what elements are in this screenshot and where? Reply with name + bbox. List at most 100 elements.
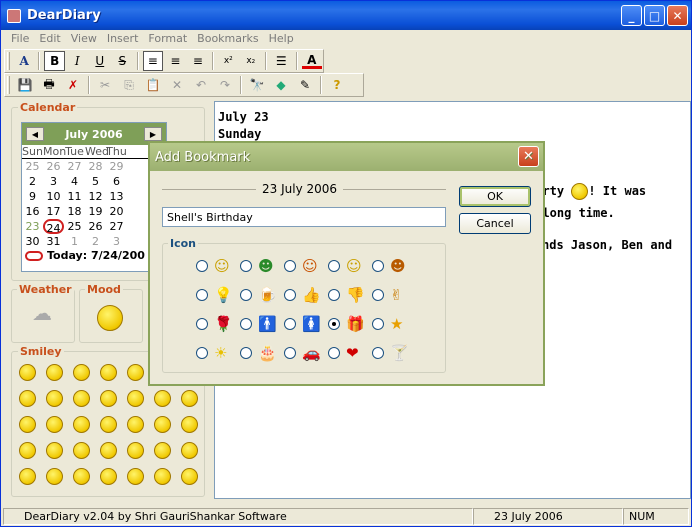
- delete-entry-icon[interactable]: ✗: [62, 75, 84, 95]
- close-button[interactable]: ✕: [667, 5, 688, 26]
- print-icon[interactable]: 🖶: [38, 75, 60, 95]
- find-icon[interactable]: 🔭: [246, 75, 268, 95]
- icon-option[interactable]: 🚹: [240, 313, 282, 335]
- calendar-day[interactable]: 30: [22, 234, 43, 249]
- icon-option[interactable]: ☺: [328, 255, 370, 277]
- icon-option[interactable]: 🍸: [372, 342, 414, 364]
- smiley-icon[interactable]: [100, 416, 117, 433]
- icon-radio[interactable]: [284, 260, 296, 272]
- calendar-day[interactable]: 27: [106, 219, 127, 234]
- icon-radio[interactable]: [240, 318, 252, 330]
- smiley-icon[interactable]: [127, 364, 144, 381]
- smiley-icon[interactable]: [73, 442, 90, 459]
- help-icon[interactable]: ?: [326, 75, 348, 95]
- icon-option[interactable]: 💡: [196, 284, 238, 306]
- smiley-icon[interactable]: [100, 468, 117, 485]
- ok-button[interactable]: OK: [459, 186, 531, 207]
- icon-option[interactable]: 🌹: [196, 313, 238, 335]
- smiley-icon[interactable]: [127, 390, 144, 407]
- calendar-day[interactable]: 19: [85, 204, 106, 219]
- calendar-day[interactable]: 31: [43, 234, 64, 249]
- minimize-button[interactable]: _: [621, 5, 642, 26]
- smiley-icon[interactable]: [19, 416, 36, 433]
- icon-radio[interactable]: [328, 347, 340, 359]
- toolbar-grip[interactable]: [7, 76, 10, 94]
- menu-insert[interactable]: Insert: [102, 32, 144, 45]
- calendar-day[interactable]: 25: [64, 219, 85, 234]
- icon-radio[interactable]: [372, 318, 384, 330]
- icon-radio[interactable]: [328, 318, 340, 330]
- align-center-icon[interactable]: ≡: [165, 51, 185, 71]
- calendar-day[interactable]: 16: [22, 204, 43, 219]
- smiley-icon[interactable]: [154, 416, 171, 433]
- smiley-icon[interactable]: [73, 390, 90, 407]
- smiley-icon[interactable]: [181, 442, 198, 459]
- calendar-day[interactable]: 2: [22, 174, 43, 189]
- icon-radio[interactable]: [284, 289, 296, 301]
- smiley-icon[interactable]: [19, 468, 36, 485]
- icon-radio[interactable]: [196, 260, 208, 272]
- calendar-day[interactable]: 27: [64, 159, 85, 174]
- menu-file[interactable]: File: [6, 32, 34, 45]
- icon-radio[interactable]: [196, 289, 208, 301]
- calendar-day[interactable]: 26: [43, 159, 64, 174]
- calendar-day[interactable]: 17: [43, 204, 64, 219]
- menu-view[interactable]: View: [66, 32, 102, 45]
- toolbar-grip[interactable]: [7, 52, 10, 70]
- smiley-icon[interactable]: [154, 390, 171, 407]
- smiley-icon[interactable]: [46, 442, 63, 459]
- mood-smile-icon[interactable]: [97, 305, 123, 331]
- calendar-day[interactable]: 26: [85, 219, 106, 234]
- italic-icon[interactable]: I: [67, 51, 87, 71]
- smiley-icon[interactable]: [100, 390, 117, 407]
- calendar-day[interactable]: 23: [22, 219, 43, 234]
- dialog-close-button[interactable]: ✕: [518, 146, 539, 167]
- align-right-icon[interactable]: ≡: [188, 51, 208, 71]
- calendar-day[interactable]: 20: [106, 204, 127, 219]
- copy-icon[interactable]: ⎘: [118, 75, 140, 95]
- bookmark-name-input[interactable]: [162, 207, 446, 227]
- calendar-day[interactable]: 28: [85, 159, 106, 174]
- icon-radio[interactable]: [372, 289, 384, 301]
- smiley-icon[interactable]: [154, 468, 171, 485]
- icon-option[interactable]: ☻: [372, 255, 414, 277]
- icon-radio[interactable]: [372, 347, 384, 359]
- bullet-list-icon[interactable]: ☰: [271, 51, 291, 71]
- smiley-icon[interactable]: [46, 468, 63, 485]
- calendar-day[interactable]: 13: [106, 189, 127, 204]
- smiley-icon[interactable]: [46, 416, 63, 433]
- smiley-icon[interactable]: [19, 442, 36, 459]
- smiley-icon[interactable]: [127, 468, 144, 485]
- menu-format[interactable]: Format: [143, 32, 192, 45]
- icon-radio[interactable]: [284, 318, 296, 330]
- underline-icon[interactable]: U: [90, 51, 110, 71]
- undo-icon[interactable]: ↶: [190, 75, 212, 95]
- next-month-button[interactable]: ▶: [144, 127, 162, 141]
- smiley-icon[interactable]: [19, 390, 36, 407]
- smiley-icon[interactable]: [46, 364, 63, 381]
- calendar[interactable]: ◀ July 2006 ▶ Sun Mon Tue Wed Thu 25 26 27 28 29 2…: [21, 122, 169, 272]
- smiley-icon[interactable]: [181, 390, 198, 407]
- cloud-icon[interactable]: ☁: [27, 301, 57, 329]
- icon-option[interactable]: ✌: [372, 284, 414, 306]
- icon-option[interactable]: 🍺: [240, 284, 282, 306]
- icon-option[interactable]: 🚺: [284, 313, 326, 335]
- calendar-day[interactable]: 6: [106, 174, 127, 189]
- icon-radio[interactable]: [196, 318, 208, 330]
- icon-option[interactable]: 👎: [328, 284, 370, 306]
- smiley-icon[interactable]: [100, 364, 117, 381]
- bold-icon[interactable]: B: [44, 51, 66, 71]
- save-icon[interactable]: 💾: [14, 75, 36, 95]
- calendar-day[interactable]: 24: [43, 219, 64, 235]
- icon-option[interactable]: 🎁: [328, 313, 370, 335]
- icon-option[interactable]: ★: [372, 313, 414, 335]
- smiley-icon[interactable]: [127, 416, 144, 433]
- icon-option[interactable]: 🎂: [240, 342, 282, 364]
- calendar-day[interactable]: 18: [64, 204, 85, 219]
- icon-option[interactable]: ☀: [196, 342, 238, 364]
- icon-radio[interactable]: [372, 260, 384, 272]
- smiley-icon[interactable]: [73, 416, 90, 433]
- menu-help[interactable]: Help: [264, 32, 299, 45]
- icon-option[interactable]: 👍: [284, 284, 326, 306]
- icon-radio[interactable]: [328, 260, 340, 272]
